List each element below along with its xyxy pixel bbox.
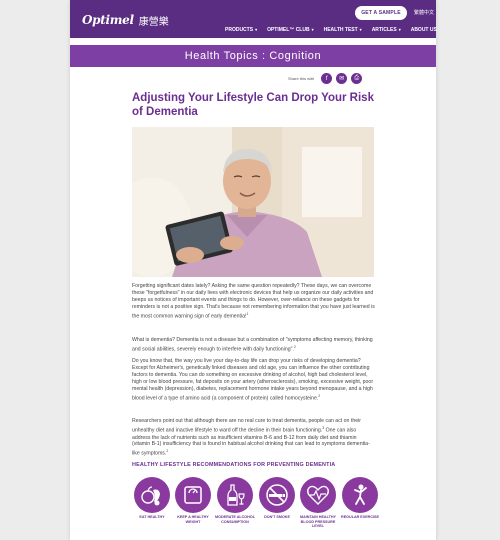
recommendation-label: DON'T SMOKE <box>264 515 290 519</box>
nav-optimel-club[interactable]: OPTIMEL™ CLUB ▾ <box>267 27 314 33</box>
recommendations-heading: HEALTHY LIFESTYLE RECOMMENDATIONS FOR PR… <box>132 462 336 468</box>
exercise-icon <box>342 477 378 513</box>
heart-pulse-icon <box>300 477 336 513</box>
chevron-down-icon: ▾ <box>311 27 314 32</box>
recommendation-label: KEEP A HEALTHY WEIGHT <box>177 515 209 524</box>
topic-banner: Health Topics : Cognition <box>70 45 436 67</box>
article-paragraph: Forgetting significant dates lately? Ask… <box>132 283 375 320</box>
page-frame: Optimel 康營樂 GET A SAMPLE 繁體中文 PRODUCTS ▾ … <box>70 0 437 540</box>
recommendation-item: KEEP A HEALTHY WEIGHT <box>173 477 213 524</box>
language-switch-link[interactable]: 繁體中文 <box>414 9 434 16</box>
scale-icon <box>175 477 211 513</box>
facebook-icon[interactable]: f <box>321 73 333 84</box>
recommendation-label: MODERATE ALCOHOL CONSUMPTION <box>215 515 255 524</box>
recommendation-label: REGULAR EXERCISE <box>341 515 379 519</box>
recommendation-item: DON'T SMOKE <box>257 477 297 520</box>
footnote-ref[interactable]: 2 <box>318 394 320 398</box>
recommendation-label: MAINTAIN HEALTHY BLOOD PRESSURE LEVEL <box>300 515 336 529</box>
recommendation-label: EAT HEALTHY <box>139 515 165 519</box>
site-header: Optimel 康營樂 GET A SAMPLE 繁體中文 PRODUCTS ▾ … <box>70 0 437 38</box>
footnote-ref[interactable]: 2 <box>166 449 168 453</box>
get-sample-button[interactable]: GET A SAMPLE <box>355 6 407 20</box>
healthy-food-icon <box>134 477 170 513</box>
logo-chinese-text: 康營樂 <box>138 16 169 28</box>
print-icon[interactable]: ⎙ <box>351 73 363 84</box>
main-nav: PRODUCTS ▾ OPTIMEL™ CLUB ▾ HEALTH TEST ▾ AR… <box>225 27 447 33</box>
chevron-down-icon: ▾ <box>255 27 258 32</box>
share-label: Share this with <box>288 76 315 81</box>
article-paragraph: Researchers point out that although ther… <box>132 418 370 458</box>
email-icon[interactable]: ✉ <box>336 73 348 84</box>
footnote-ref[interactable]: 3 <box>322 426 324 430</box>
nav-articles[interactable]: ARTICLES ▾ <box>372 27 401 33</box>
footnote-ref[interactable]: 1 <box>246 312 248 316</box>
share-bar: Share this with f ✉ ⎙ <box>288 73 363 84</box>
article-paragraph: Do you know that, the way you live your … <box>132 358 374 402</box>
no-smoking-icon <box>259 477 295 513</box>
chevron-down-icon: ▾ <box>359 27 362 32</box>
wine-bottle-icon <box>217 477 253 513</box>
chevron-down-icon: ▾ <box>398 27 401 32</box>
hero-photo <box>132 127 374 277</box>
article-title: Adjusting Your Lifestyle Can Drop Your R… <box>132 92 374 118</box>
site-logo[interactable]: Optimel 康營樂 <box>82 10 169 30</box>
recommendation-item: REGULAR EXERCISE <box>340 477 380 520</box>
nav-about-us[interactable]: ABOUT US <box>411 27 437 33</box>
recommendation-item: MODERATE ALCOHOL CONSUMPTION <box>215 477 255 524</box>
nav-products[interactable]: PRODUCTS ▾ <box>225 27 257 33</box>
recommendations-list: EAT HEALTHY KEEP A HEALTHY WEIGHT MODERA… <box>132 477 382 537</box>
logo-text: Optimel <box>82 13 134 27</box>
nav-health-test[interactable]: HEALTH TEST ▾ <box>324 27 362 33</box>
recommendation-item: MAINTAIN HEALTHY BLOOD PRESSURE LEVEL <box>298 477 338 529</box>
footnote-ref[interactable]: 2 <box>294 345 296 349</box>
article-paragraph: What is dementia? Dementia is not a dise… <box>132 337 373 353</box>
recommendation-item: EAT HEALTHY <box>132 477 172 520</box>
